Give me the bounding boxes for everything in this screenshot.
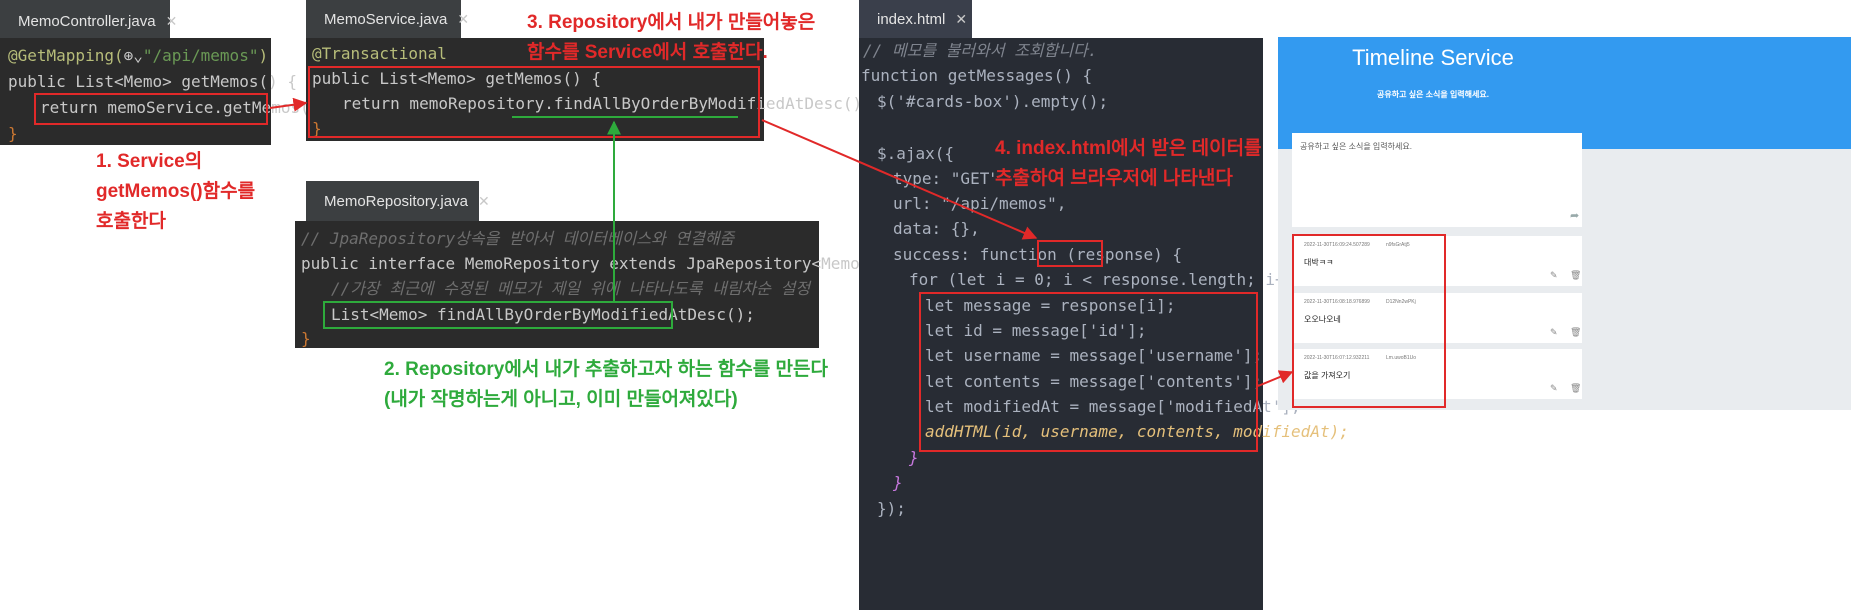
- arrow-controller-to-service: [269, 97, 308, 112]
- arrow-code-to-browser: [1257, 370, 1294, 387]
- arrows-overlay: [269, 97, 1294, 387]
- arrow-service-to-response: [761, 119, 1038, 240]
